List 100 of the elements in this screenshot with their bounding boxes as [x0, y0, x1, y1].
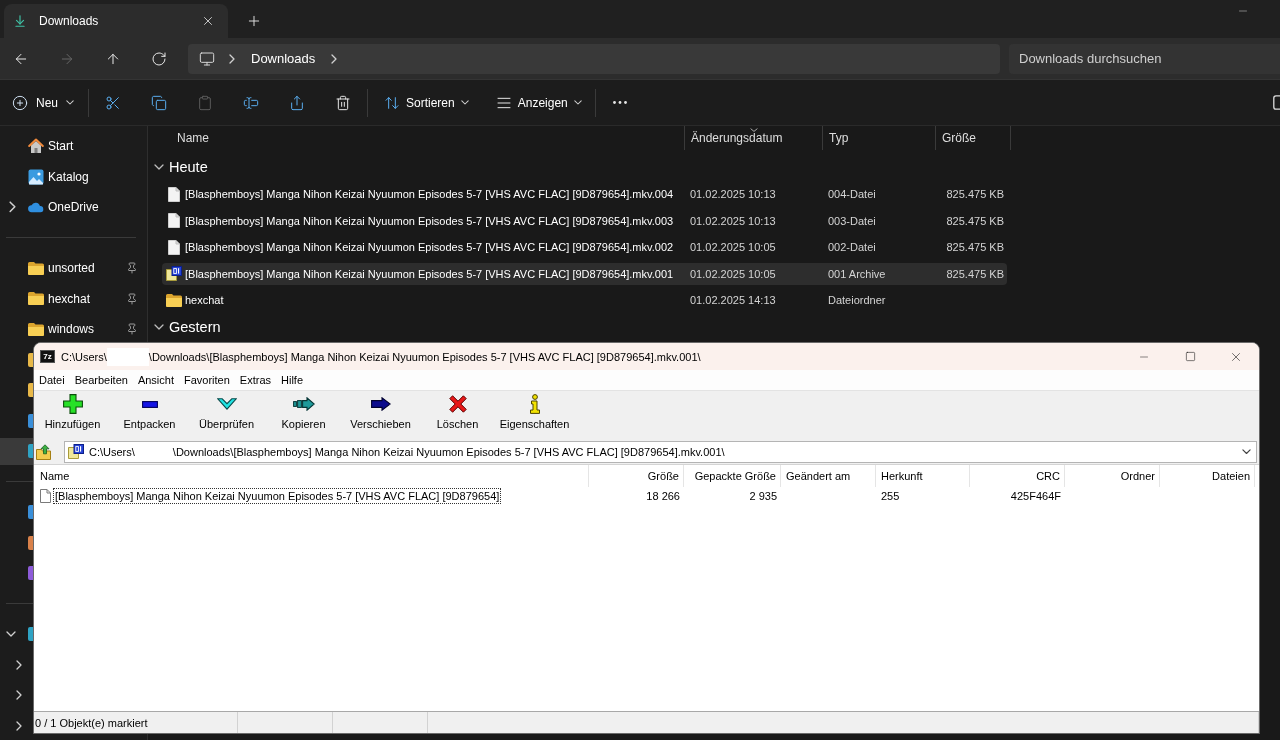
refresh-icon — [151, 50, 167, 67]
type-cell-text: 001 Archive — [827, 267, 886, 280]
menu-item[interactable]: Datei — [34, 370, 70, 390]
menu-item[interactable]: Hilfe — [276, 370, 309, 390]
sidebar-item[interactable]: windows — [0, 314, 143, 345]
folder-icon — [28, 292, 44, 306]
sidebar-item[interactable]: unsorted — [0, 253, 143, 284]
view-button[interactable]: Anzeigen — [484, 86, 590, 119]
column-header[interactable]: Größe — [935, 126, 1011, 150]
chevron-right-icon — [229, 53, 235, 64]
toolbar-button[interactable]: Hinzufügen — [34, 391, 111, 437]
column-header[interactable]: Typ — [822, 126, 935, 150]
group-header[interactable]: Gestern — [154, 312, 221, 341]
caret-icon — [573, 100, 582, 105]
share-icon — [289, 94, 305, 111]
window-title: \Downloads\[Blasphemboys] Manga Nihon Keizai Nyuumon Episodes 5-7 [VHS AVC FLAC] [9D879654].mkv.001\ — [148, 350, 701, 363]
app-logo-icon: 7z — [40, 350, 55, 363]
copy-icon — [151, 94, 167, 111]
caret-icon — [460, 100, 469, 105]
folder-up-arrow-icon — [36, 443, 52, 460]
size-cell-text: 825.475 KB — [946, 267, 1005, 280]
close-icon — [201, 14, 215, 28]
name-cell: hexchat — [185, 294, 224, 307]
file-row[interactable]: [Blasphemboys] Manga Nihon Keizai Nyuumon Episodes 5-7 [VHS AVC FLAC] [9D879654].mkv.004 01.02.2025 10:13 004-Datei 825.475 KB — [162, 183, 1007, 206]
address-bar[interactable]: Downloads — [188, 43, 1000, 74]
folder-icon — [28, 322, 44, 336]
dropdown-caret-icon — [1242, 448, 1251, 455]
folder-up-button[interactable] — [36, 442, 52, 461]
sidebar-item[interactable]: OneDrive — [0, 192, 143, 223]
right-arrow-icon — [370, 397, 391, 411]
group-header[interactable]: Heute — [154, 153, 208, 181]
date-cell-text: 01.02.2025 10:13 — [689, 214, 776, 227]
type-cell-text: 003-Datei — [827, 214, 876, 227]
sidebar-item[interactable]: Katalog — [0, 161, 143, 192]
path-field[interactable]: C:\Users\ \Downloads\[Blasphemboys] Manga Nihon Keizai Nyuumon Episodes 5-7 [VHS AVC FLAC] [9D879654].mkv.001\ — [64, 440, 1257, 463]
sort-button[interactable]: Sortieren — [373, 86, 477, 119]
toolbar-button[interactable]: Überprüfen — [188, 391, 265, 437]
file-icon — [40, 489, 51, 503]
table-cell[interactable]: [Blasphemboys] Manga Nihon Keizai Nyuumon Episodes 5-7 [VHS AVC FLAC] [9D879654] — [53, 488, 502, 504]
toolbar-button[interactable]: Verschieben — [342, 391, 419, 437]
toolbar-button[interactable]: Löschen — [419, 391, 496, 437]
sort-caret-icon — [749, 128, 758, 132]
sidebar-item[interactable] — [0, 437, 33, 465]
cloud-icon — [28, 201, 44, 214]
menu-item[interactable]: Extras — [234, 370, 277, 390]
plus-icon — [246, 13, 262, 29]
document-icon — [168, 213, 180, 229]
toolbar-button[interactable]: Eigenschaften — [496, 391, 573, 437]
toolbar-button[interactable]: Kopieren — [265, 391, 342, 437]
folder-icon — [28, 261, 44, 275]
plus-circle-icon — [12, 94, 28, 111]
type-cell-text: 004-Datei — [827, 188, 876, 201]
window-title: C:\Users\ — [61, 350, 107, 363]
folder-icon — [166, 293, 182, 307]
date-cell-text: 01.02.2025 10:05 — [689, 267, 776, 280]
text-cursor-icon — [243, 94, 259, 111]
menu-item[interactable]: Ansicht — [132, 370, 179, 390]
clipboard-icon — [197, 94, 213, 111]
ellipsis-icon — [612, 101, 627, 104]
file-row[interactable]: [Blasphemboys] Manga Nihon Keizai Nyuumon Episodes 5-7 [VHS AVC FLAC] [9D879654].mkv.003 01.02.2025 10:13 003-Datei 825.475 KB — [162, 209, 1007, 232]
search-field[interactable]: Downloads durchsuchen — [1009, 43, 1280, 74]
archive-file-icon — [166, 266, 182, 282]
scissors-icon — [105, 94, 121, 111]
column-header[interactable]: Name — [162, 126, 684, 150]
trash-icon — [335, 94, 351, 111]
table-cell-text: 425F464F — [1009, 490, 1062, 502]
house-icon — [28, 138, 44, 155]
up-down-arrows-icon — [384, 94, 400, 111]
size-cell-text: 825.475 KB — [946, 188, 1005, 201]
file-row[interactable]: [Blasphemboys] Manga Nihon Keizai Nyuumon Episodes 5-7 [VHS AVC FLAC] [9D879654].mkv.002 01.02.2025 10:05 002-Datei 825.475 KB — [162, 236, 1007, 259]
status-text: 0 / 1 Objekt(e) markiert — [35, 716, 148, 729]
table-cell-text: 2 935 — [748, 490, 778, 502]
file-row[interactable]: hexchat 01.02.2025 14:13 Dateiordner — [162, 289, 1007, 312]
archive-file-icon — [68, 444, 84, 459]
sidebar-item[interactable]: hexchat — [0, 283, 143, 314]
document-icon — [168, 186, 180, 202]
date-cell-text: 01.02.2025 14:13 — [689, 294, 776, 307]
dotted-arrow-icon — [292, 397, 315, 411]
type-cell-text: Dateiordner — [827, 294, 886, 307]
file-row[interactable]: [Blasphemboys] Manga Nihon Keizai Nyuumon Episodes 5-7 [VHS AVC FLAC] [9D879654].mkv.001 01.02.2025 10:05 001 Archive 825.475 KB — [162, 262, 1007, 285]
tab[interactable]: Downloads — [4, 4, 228, 38]
picture-icon — [28, 168, 44, 185]
minus-icon — [141, 400, 158, 408]
table-cell-text: 18 266 — [645, 490, 681, 502]
breadcrumb[interactable]: Downloads — [249, 46, 318, 71]
size-cell-text: 825.475 KB — [946, 214, 1005, 227]
toolbar-button[interactable]: Entpacken — [111, 391, 188, 437]
partial-icon — [1273, 95, 1280, 110]
table-cell-text: 255 — [880, 490, 901, 502]
date-cell-text: 01.02.2025 10:13 — [689, 188, 776, 201]
type-cell-text: 002-Datei — [827, 241, 876, 254]
document-icon — [168, 239, 180, 255]
sidebar-item[interactable]: Start — [0, 131, 143, 162]
check-icon — [216, 398, 237, 410]
menu-item[interactable]: Favoriten — [179, 370, 235, 390]
new-button[interactable]: Neu — [4, 86, 83, 119]
caret-icon — [66, 100, 74, 105]
menu-item[interactable]: Bearbeiten — [69, 370, 133, 390]
name-cell: [Blasphemboys] Manga Nihon Keizai Nyuumon Episodes 5-7 [VHS AVC FLAC] [9D879654].mkv.003 — [185, 214, 674, 227]
column-header[interactable]: Änderungsdatum — [684, 126, 822, 150]
